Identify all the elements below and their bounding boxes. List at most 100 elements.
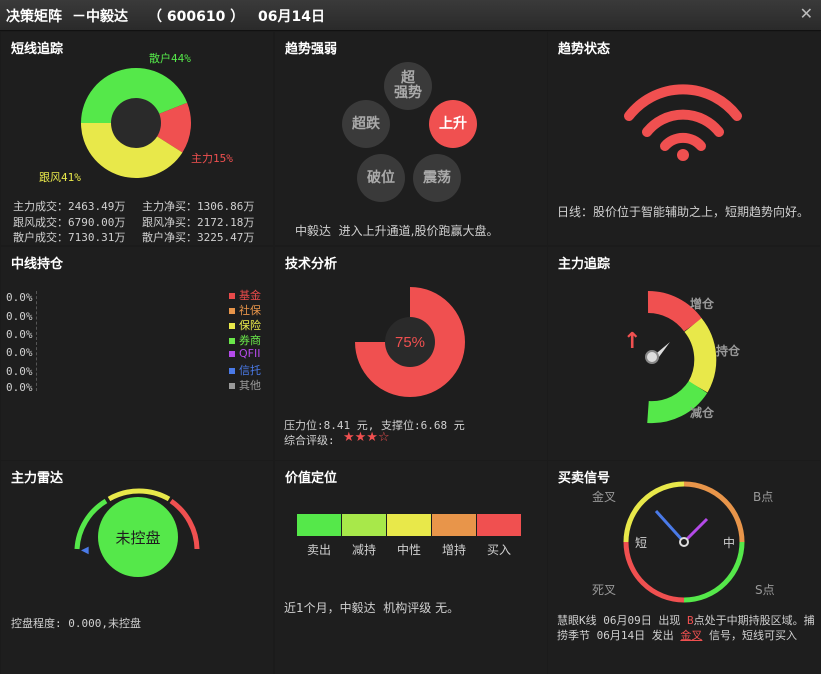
legend-item: 保险 xyxy=(229,317,261,333)
pie-label-main: 主力15% xyxy=(191,152,233,165)
stat-follow-net: 跟风净买：2172.18万 xyxy=(142,216,255,229)
scale-segment xyxy=(297,514,341,536)
label-short: 短 xyxy=(635,536,648,550)
panel-trend-strength: 趋势强弱 超 强势 超跌 上升 破位 震荡 中毅达 进入上升通道,股价跑赢大盘。 xyxy=(275,32,547,245)
legend-swatch xyxy=(229,338,235,344)
label-b-point: B点 xyxy=(753,490,774,504)
rating-stars: ★★★☆ xyxy=(343,430,390,445)
signal-strength-icon xyxy=(624,84,742,161)
radar-center: 未控盘 xyxy=(98,497,178,577)
panel-title: 趋势状态 xyxy=(558,42,611,57)
position-value: 0.0% xyxy=(6,365,33,378)
label-reduce: 减仓 xyxy=(690,406,715,420)
legend-swatch xyxy=(229,293,235,299)
legend-label: 信托 xyxy=(239,364,261,377)
close-icon[interactable]: ✕ xyxy=(800,4,813,23)
state-break: 破位 xyxy=(357,154,405,202)
signal-desc-part: 信号，短线可 xyxy=(709,629,775,642)
legend-item: QFII xyxy=(229,347,260,360)
trend-status-description: 日线：股价位于智能辅助之上，短期趋势向好。 xyxy=(557,205,810,219)
legend-label: 其他 xyxy=(239,379,261,392)
pie-label-retail: 散户44% xyxy=(149,52,191,65)
position-value: 0.0% xyxy=(6,346,33,359)
scale-label: 卖出 xyxy=(307,543,332,557)
panel-title: 趋势强弱 xyxy=(285,42,338,57)
signal-description: 慧眼K线 06月09日 出现 B点处于中期持股区域。捕捞季节 06月14日 发出… xyxy=(557,613,815,643)
scale-segment xyxy=(387,514,431,536)
signal-gold-cross-mark: 金叉 xyxy=(680,629,703,642)
stat-main-volume: 主力成交：2463.49万 xyxy=(13,200,126,213)
state-super-strong: 超 强势 xyxy=(384,62,432,110)
scale-label: 增持 xyxy=(442,543,467,557)
legend-item: 基金 xyxy=(229,287,261,303)
scale-label: 减持 xyxy=(352,543,377,557)
position-value: 0.0% xyxy=(6,328,33,341)
panel-title: 短线追踪 xyxy=(11,42,64,57)
tech-gauge-label: 75% xyxy=(395,334,425,351)
label-gold-cross: 金叉 xyxy=(592,490,617,504)
title-bar: 决策矩阵 －中毅达 （ 600610 ） 06月14日 ✕ xyxy=(0,0,821,31)
pie-label-follow: 跟风41% xyxy=(39,171,81,184)
stat-retail-net: 散户净买：3225.47万 xyxy=(142,231,255,244)
label-add: 增仓 xyxy=(690,297,715,311)
legend-label: 保险 xyxy=(239,319,261,332)
legend-swatch xyxy=(229,323,235,329)
legend-item: 社保 xyxy=(229,302,261,318)
stock-code: （ 600610 ） xyxy=(148,9,245,25)
panel-value-position: 价值定位 卖出 减持 中性 增持 买入 近1个月，中毅达 机构评级 无。 xyxy=(275,461,547,674)
signal-desc-part: 点处于中期持股区域 xyxy=(693,614,793,627)
panel-short-track: 短线追踪 散户44% 跟风41% 主力15% 主力成交：2463.49万 主力净… xyxy=(1,32,273,245)
signal-b-mark: B xyxy=(686,614,694,627)
signal-desc-part: 买入 xyxy=(775,629,797,642)
panel-main-track: 主力追踪 ↑ 增仓 持仓 减仓 xyxy=(548,247,820,460)
scale-segment xyxy=(342,514,386,536)
date-label: 06月14日 xyxy=(258,9,325,25)
legend-item: 其他 xyxy=(229,377,261,393)
axis-line xyxy=(36,291,38,391)
state-rise: 上升 xyxy=(429,100,477,148)
trend-description: 中毅达 进入上升通道,股价跑赢大盘。 xyxy=(295,224,499,238)
scale-segment xyxy=(477,514,521,536)
state-shake: 震荡 xyxy=(413,154,461,202)
arrow-up-icon: ↑ xyxy=(623,329,642,354)
legend-label: 券商 xyxy=(239,334,261,347)
panel-title: 主力雷达 xyxy=(11,471,64,486)
stock-name: －中毅达 xyxy=(72,9,128,25)
label-dead-cross: 死叉 xyxy=(592,583,617,597)
panel-title: 价值定位 xyxy=(285,471,338,486)
legend-swatch xyxy=(229,383,235,389)
stat-follow-volume: 跟风成交：6790.00万 xyxy=(13,216,126,229)
panel-main-radar: 主力雷达 ◀ 未控盘 控盘程度: 0.000,未控盘 xyxy=(1,461,273,674)
scale-label: 中性 xyxy=(397,543,422,557)
panel-title: 买卖信号 xyxy=(558,471,611,486)
panel-title: 主力追踪 xyxy=(558,257,611,272)
scale-segment xyxy=(432,514,476,536)
panel-title: 技术分析 xyxy=(285,257,338,272)
panel-trade-signal: 买卖信号 金叉 B点 死叉 S点 短 中 慧眼K线 06月09日 出现 B点处于… xyxy=(548,461,820,674)
label-mid: 中 xyxy=(723,536,736,550)
capital-pie-chart xyxy=(81,68,191,178)
legend-swatch xyxy=(229,351,235,357)
radar-pointer-icon: ◀ xyxy=(81,545,89,556)
position-value: 0.0% xyxy=(6,381,33,394)
legend-swatch xyxy=(229,368,235,374)
label-s-point: S点 xyxy=(755,583,775,597)
stat-retail-volume: 散户成交：7130.31万 xyxy=(13,231,126,244)
control-degree: 控盘程度: 0.000,未控盘 xyxy=(11,617,141,630)
panel-mid-position: 中线持仓 0.0% 0.0% 0.0% 0.0% 0.0% 0.0% 基金 社保保… xyxy=(1,247,273,460)
legend-item: 信托 xyxy=(229,362,261,378)
state-super-fall: 超跌 xyxy=(342,100,390,148)
rating-label: 综合评级: xyxy=(284,434,335,447)
stat-main-net: 主力净买：1306.86万 xyxy=(142,200,255,213)
legend-label: 基金 xyxy=(239,289,261,302)
panel-trend-status: 趋势状态 日线：股价位于智能辅助之上，短期趋势向好。 xyxy=(548,32,820,245)
label-hold: 持仓 xyxy=(716,344,741,358)
legend-swatch xyxy=(229,308,235,314)
legend-item: 券商 xyxy=(229,332,261,348)
signal-desc-part: 慧眼K线 06月09日 出现 xyxy=(557,614,681,627)
panel-title: 中线持仓 xyxy=(11,257,64,272)
legend-label: QFII xyxy=(239,347,261,360)
scale-label: 买入 xyxy=(487,543,512,557)
position-value: 0.0% xyxy=(6,291,33,304)
panel-tech-analysis: 技术分析 75% 压力位:8.41 元, 支撑位:6.68 元 综合评级: ★★… xyxy=(275,247,547,460)
